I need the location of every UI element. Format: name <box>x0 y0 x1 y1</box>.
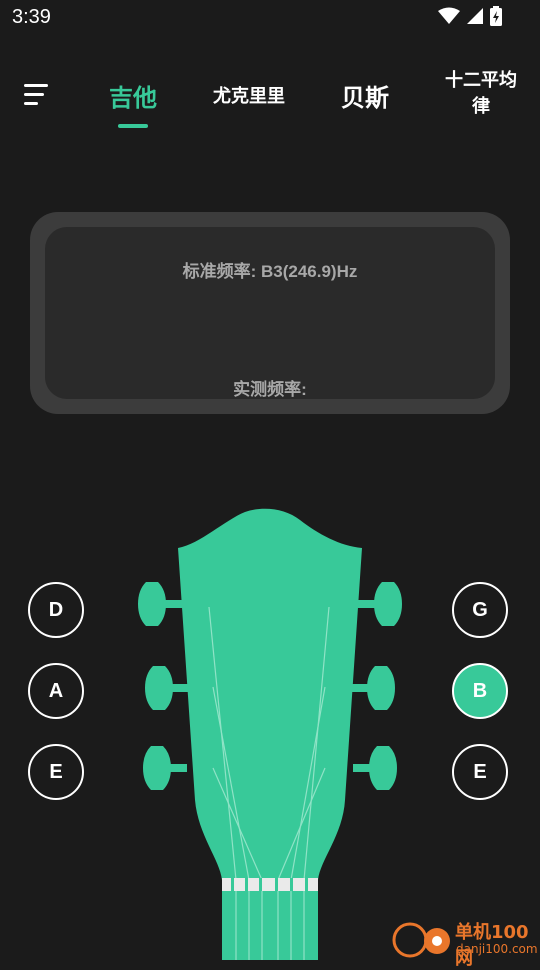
string-button-d[interactable]: D <box>28 582 84 638</box>
standard-frequency-label: 标准频率: B3(246.9)Hz <box>182 262 358 281</box>
string-button-b[interactable]: B <box>452 663 508 719</box>
measured-frequency-label: 实测频率: <box>233 380 307 399</box>
tuning-peg-a[interactable] <box>143 664 193 714</box>
tuning-peg-e-high[interactable] <box>349 744 399 794</box>
battery-charging-icon <box>490 6 502 26</box>
tuning-peg-b[interactable] <box>347 664 397 714</box>
tuning-peg-g[interactable] <box>354 580 404 630</box>
menu-icon[interactable] <box>24 82 52 108</box>
status-icons <box>438 6 502 26</box>
tab-bass[interactable]: 贝斯 <box>335 78 395 113</box>
tuning-peg-d[interactable] <box>136 580 186 630</box>
string-button-e-low[interactable]: E <box>28 744 84 800</box>
wifi-icon <box>438 7 460 24</box>
guitar-headstock <box>178 508 362 960</box>
watermark-logo <box>392 922 450 958</box>
tab-guitar[interactable]: 吉他 <box>100 78 166 113</box>
frequency-display: 标准频率: B3(246.9)Hz 实测频率: <box>45 227 495 399</box>
tab-twelve-tone-line2: 律 <box>472 96 490 117</box>
tab-twelve-tone-line1: 十二平均 <box>445 70 517 91</box>
status-time: 3:39 <box>12 6 51 28</box>
frequency-panel: 标准频率: B3(246.9)Hz 实测频率: <box>30 212 510 414</box>
string-button-g[interactable]: G <box>452 582 508 638</box>
status-bar: 3:39 <box>0 0 540 36</box>
cell-signal-icon <box>467 8 483 24</box>
string-button-e-high[interactable]: E <box>452 744 508 800</box>
string-button-a[interactable]: A <box>28 663 84 719</box>
tab-ukulele[interactable]: 尤克里里 <box>205 82 293 108</box>
tuning-peg-e-low[interactable] <box>141 744 191 794</box>
watermark-site: danji100.com <box>456 942 538 956</box>
tab-indicator <box>118 124 148 128</box>
tab-twelve-tone-equal[interactable]: 十二平均 律 <box>440 68 522 120</box>
